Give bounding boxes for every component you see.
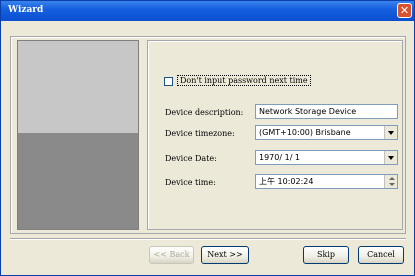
chevron-down-icon[interactable] — [384, 151, 397, 164]
next-button[interactable]: Next >> — [201, 246, 249, 264]
device-time-value: 上午 10:02:24 — [259, 177, 314, 186]
banner-top-panel — [18, 41, 138, 133]
device-timezone-value: (GMT+10:00) Brisbane — [259, 128, 351, 137]
banner-bottom-panel — [18, 133, 138, 229]
close-icon[interactable]: ✕ — [397, 3, 412, 18]
device-timezone-label: Device timezone: — [165, 129, 235, 138]
chevron-down-icon[interactable] — [384, 126, 397, 139]
skip-button[interactable]: Skip — [303, 246, 349, 264]
device-description-label: Device description: — [165, 108, 244, 117]
spin-down-icon[interactable] — [389, 183, 395, 186]
back-button[interactable]: << Back — [149, 246, 194, 264]
device-date-value: 1970/ 1/ 1 — [259, 153, 301, 162]
title-bar[interactable]: Wizard ✕ — [1, 1, 414, 21]
password-checkbox-label[interactable]: Don't input password next time — [177, 75, 311, 86]
spinner-icon[interactable] — [384, 175, 397, 188]
device-time-spinner[interactable]: 上午 10:02:24 — [255, 174, 398, 189]
password-checkbox[interactable] — [164, 77, 173, 86]
device-time-label: Device time: — [165, 178, 216, 187]
device-date-label: Device Date: — [165, 154, 217, 163]
cancel-button[interactable]: Cancel — [358, 246, 404, 264]
wizard-banner-image — [17, 40, 139, 230]
device-description-value: Network Storage Device — [259, 107, 357, 116]
device-description-field[interactable]: Network Storage Device — [255, 104, 398, 119]
button-separator — [10, 238, 406, 240]
device-timezone-select[interactable]: (GMT+10:00) Brisbane — [255, 125, 398, 140]
spin-up-icon[interactable] — [389, 177, 395, 180]
device-date-select[interactable]: 1970/ 1/ 1 — [255, 150, 398, 165]
window-title: Wizard — [8, 5, 44, 15]
